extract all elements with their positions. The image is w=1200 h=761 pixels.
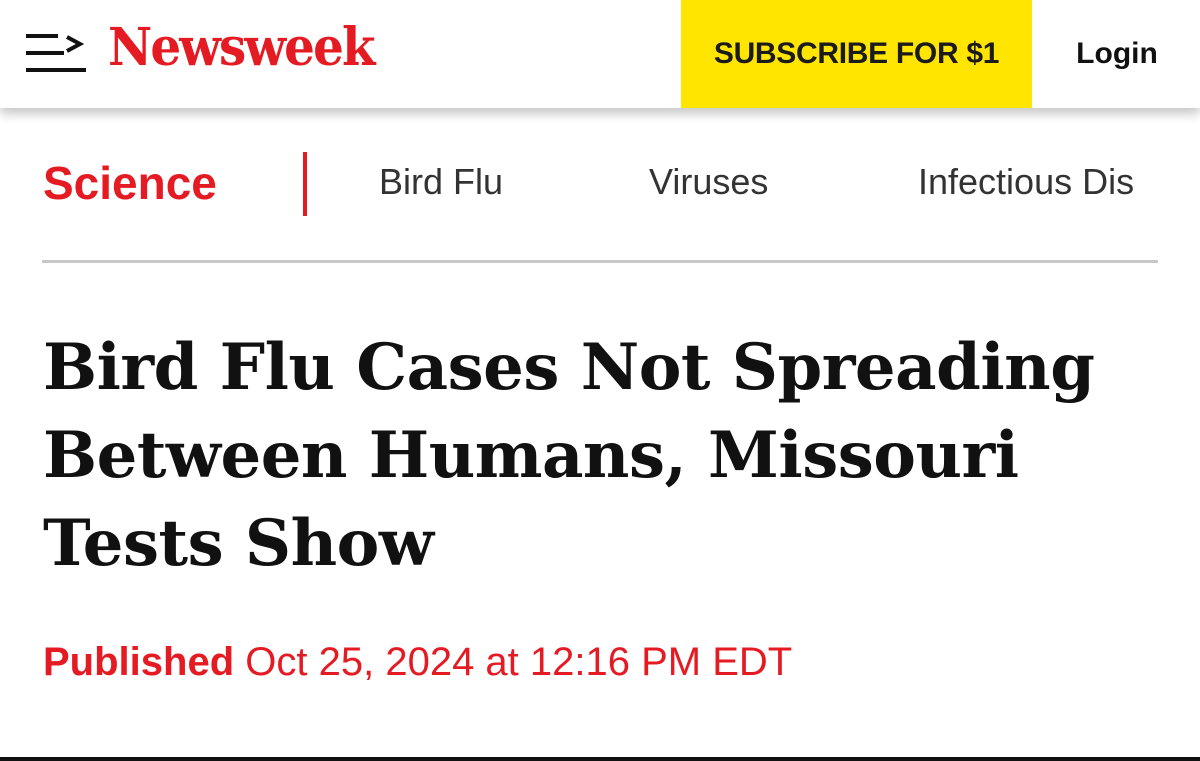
subnav-item-bird-flu[interactable]: Bird Flu [379,164,503,200]
article-headline: Bird Flu Cases Not Spreading Between Hum… [43,330,1095,581]
site-header: Newsweek SUBSCRIBE FOR $1 Login [0,0,1200,108]
section-subnav: Science Bird Flu Viruses Infectious Dis [0,108,1158,263]
bottom-edge [0,757,1200,761]
login-button[interactable]: Login [1062,0,1172,108]
subscribe-button[interactable]: SUBSCRIBE FOR $1 [681,0,1032,108]
section-link-science[interactable]: Science [43,160,217,206]
subnav-item-viruses[interactable]: Viruses [649,164,768,200]
section-divider [42,260,1158,263]
published-datetime: Oct 25, 2024 at 12:16 PM EDT [245,640,793,684]
published-label: Published [43,640,235,684]
publish-date: Published Oct 25, 2024 at 12:16 PM EDT [43,642,792,682]
subnav-item-infectious-diseases[interactable]: Infectious Dis [918,164,1134,200]
subnav-divider [303,152,307,216]
newsweek-logo[interactable]: Newsweek [108,22,375,74]
menu-arrow-icon[interactable] [26,30,88,76]
